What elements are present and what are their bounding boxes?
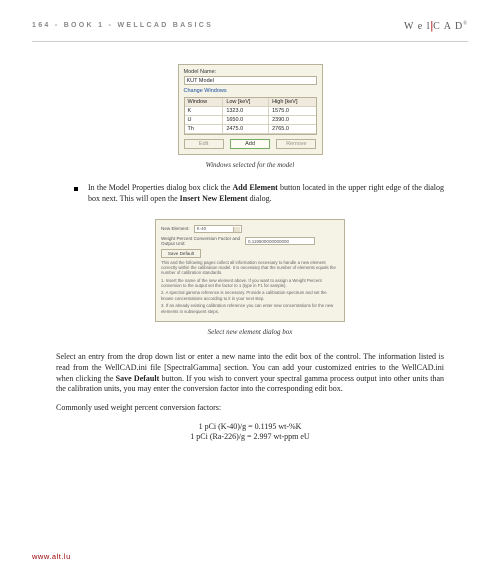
figure-model-properties: Model Name: KUT Model Change Windows Win… — [32, 64, 468, 169]
body-paragraph-2: Commonly used weight percent conversion … — [56, 403, 444, 414]
col-low: Low [keV] — [223, 98, 269, 107]
footer-url: www.alt.lu — [32, 552, 71, 561]
edit-button[interactable]: Edit — [184, 139, 224, 149]
figure-insert-element: New Element: K-40 Weight Percent Convers… — [32, 219, 468, 336]
remove-button[interactable]: Remove — [276, 139, 316, 149]
table-row[interactable]: U 1650.0 2390.0 — [185, 116, 316, 125]
brand-logo: W e l|C A D® — [404, 18, 468, 33]
windows-table: Window Low [keV] High [keV] K 1323.0 157… — [184, 97, 317, 135]
figure2-caption: Select new element dialog box — [208, 328, 293, 336]
change-windows-link[interactable]: Change Windows — [184, 88, 227, 94]
table-row[interactable]: Th 2475.0 2765.0 — [185, 125, 316, 134]
header-divider — [32, 41, 468, 42]
model-props-button-row: Edit Add Remove — [184, 139, 317, 149]
body-paragraph-1: Select an entry from the drop down list … — [56, 352, 444, 395]
new-element-select[interactable]: K-40 — [194, 225, 242, 233]
add-button[interactable]: Add — [230, 139, 270, 149]
model-name-input[interactable]: KUT Model — [184, 76, 317, 85]
bullet-paragraph: In the Model Properties dialog box click… — [74, 183, 444, 205]
bullet-square-icon — [74, 187, 78, 191]
table-row[interactable]: K 1323.0 1575.0 — [185, 107, 316, 116]
col-window: Window — [185, 98, 223, 107]
table-header-row: Window Low [keV] High [keV] — [185, 98, 316, 107]
brand-registered-icon: ® — [463, 22, 468, 27]
conversion-factor-label: Weight Percent Conversion Factor and Out… — [161, 236, 241, 246]
insert-element-panel: New Element: K-40 Weight Percent Convers… — [155, 219, 345, 322]
page-header: 164 - BOOK 1 - WELLCAD BASICS W e l|C A … — [32, 18, 468, 33]
model-properties-panel: Model Name: KUT Model Change Windows Win… — [178, 64, 323, 155]
conversion-line-1: 1 pCi (K-40)/g = 0.1195 wt-%K — [32, 422, 468, 431]
save-default-button[interactable]: Save Default — [161, 249, 201, 258]
col-high: High [keV] — [269, 98, 316, 107]
brand-post: C A D — [433, 21, 463, 32]
brand-pre: W e l — [404, 21, 430, 32]
insert-element-helptext: This and the following pages collect all… — [161, 260, 339, 314]
header-breadcrumb: 164 - BOOK 1 - WELLCAD BASICS — [32, 22, 213, 29]
conversion-line-2: 1 pCi (Ra-226)/g = 2.997 wt-ppm eU — [32, 432, 468, 441]
figure1-caption: Windows selected for the model — [206, 161, 295, 169]
bullet-text: In the Model Properties dialog box click… — [88, 183, 444, 205]
new-element-label: New Element: — [161, 226, 190, 231]
model-name-label: Model Name: — [184, 69, 317, 75]
conversion-factor-input[interactable]: 0.119500000000000 — [245, 237, 315, 245]
